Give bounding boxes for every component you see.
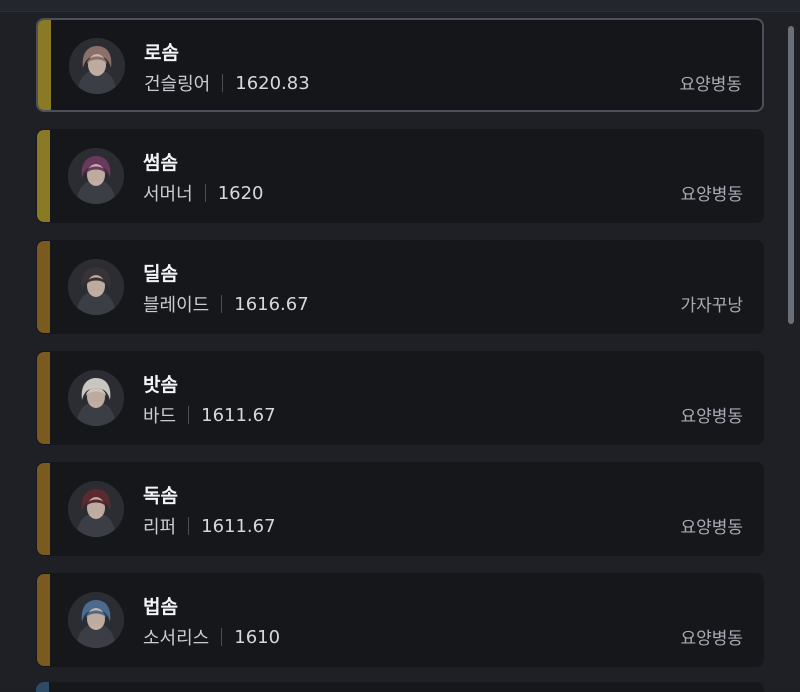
character-meta: 바드 1611.67	[143, 402, 276, 428]
item-level: 1611.67	[201, 404, 276, 426]
portrait-icon	[68, 481, 124, 537]
character-avatar	[68, 481, 124, 537]
character-class: 건슬링어	[144, 74, 211, 95]
item-level: 1620.83	[235, 72, 310, 94]
card-accent-bar	[37, 241, 50, 333]
character-meta: 서머너 1620	[143, 180, 264, 206]
character-meta: 건슬링어 1620.83	[144, 70, 310, 96]
next-character-card-partial[interactable]	[36, 682, 764, 692]
guild-name: 요양병동	[679, 75, 742, 95]
character-name: 썸솜	[143, 152, 178, 174]
character-card[interactable]: 딜솜 블레이드 1616.67 가자꾸낭	[36, 240, 764, 334]
meta-divider	[222, 74, 224, 92]
meta-divider	[204, 184, 206, 202]
portrait-icon	[68, 148, 124, 204]
character-avatar	[68, 148, 124, 204]
card-accent-bar	[37, 352, 50, 444]
character-card[interactable]: 법솜 소서리스 1610 요양병동	[36, 573, 764, 667]
portrait-icon	[68, 259, 124, 315]
meta-divider	[221, 628, 223, 646]
character-class: 바드	[143, 406, 177, 427]
character-class: 리퍼	[143, 517, 177, 538]
portrait-icon	[69, 38, 125, 94]
character-card[interactable]: 썸솜 서머너 1620 요양병동	[36, 129, 764, 223]
character-name: 로솜	[144, 42, 179, 64]
character-name: 딜솜	[143, 263, 178, 285]
card-accent-bar	[37, 574, 50, 666]
character-meta: 소서리스 1610	[143, 624, 280, 650]
character-name: 독솜	[143, 485, 178, 507]
meta-divider	[188, 406, 190, 424]
item-level: 1620	[217, 182, 264, 204]
scrollbar[interactable]	[788, 0, 794, 687]
item-level: 1616.67	[234, 293, 309, 315]
character-class: 블레이드	[143, 295, 210, 316]
guild-name: 가자꾸낭	[680, 296, 743, 316]
header-strip	[0, 0, 800, 12]
meta-divider	[188, 517, 190, 535]
card-accent-bar	[37, 130, 50, 222]
character-avatar	[68, 259, 124, 315]
portrait-icon	[68, 592, 124, 648]
guild-name: 요양병동	[680, 518, 743, 538]
meta-divider	[221, 295, 223, 313]
character-meta: 블레이드 1616.67	[143, 291, 309, 317]
character-avatar	[69, 38, 125, 94]
item-level: 1610	[234, 626, 281, 648]
card-accent-bar	[37, 463, 50, 555]
character-card[interactable]: 독솜 리퍼 1611.67 요양병동	[36, 462, 764, 556]
guild-name: 요양병동	[680, 629, 743, 649]
card-accent-bar	[38, 20, 51, 110]
character-class: 소서리스	[143, 628, 210, 649]
scrollbar-thumb[interactable]	[788, 26, 794, 324]
character-name: 밧솜	[143, 374, 178, 396]
guild-name: 요양병동	[680, 185, 743, 205]
character-card[interactable]: 밧솜 바드 1611.67 요양병동	[36, 351, 764, 445]
character-avatar	[68, 592, 124, 648]
item-level: 1611.67	[201, 515, 276, 537]
portrait-icon	[68, 370, 124, 426]
character-avatar	[68, 370, 124, 426]
guild-name: 요양병동	[680, 407, 743, 427]
character-card[interactable]: 로솜 건슬링어 1620.83 요양병동	[36, 18, 764, 112]
character-list-screen: 로솜 건슬링어 1620.83 요양병동 썸솜 서머너 1620 요양병동 딜솜	[0, 0, 800, 692]
character-class: 서머너	[143, 184, 193, 205]
card-accent-bar	[36, 682, 49, 692]
character-name: 법솜	[143, 596, 178, 618]
character-meta: 리퍼 1611.67	[143, 513, 276, 539]
